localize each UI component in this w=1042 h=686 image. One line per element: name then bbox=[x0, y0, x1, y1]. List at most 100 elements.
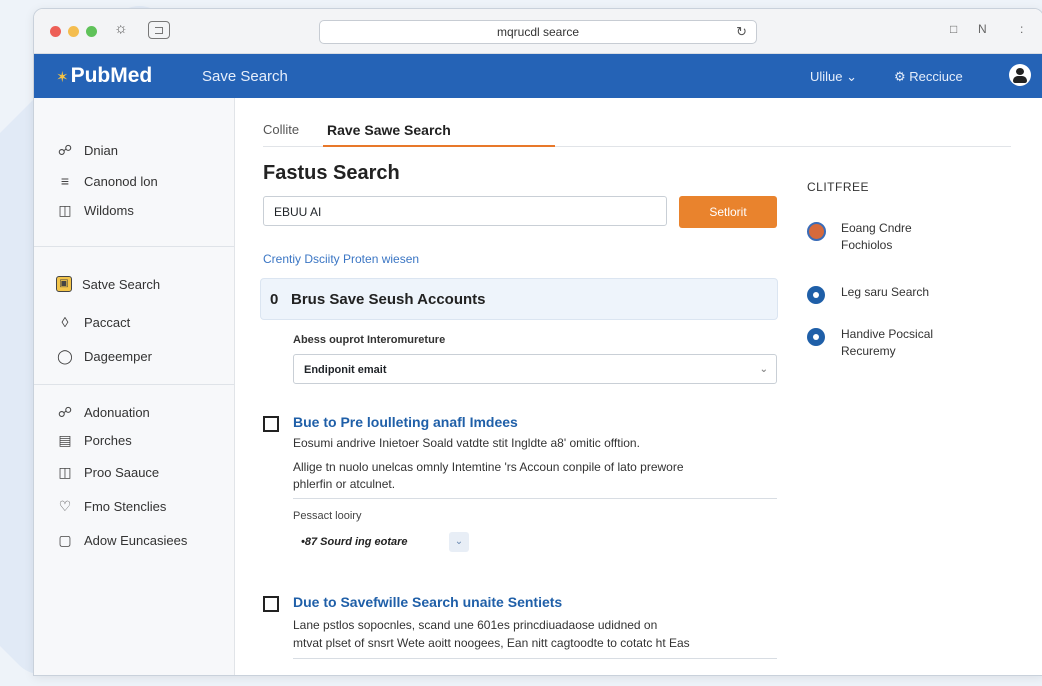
list-item: Bue to Pre loulleting anafl Imdees Eosum… bbox=[263, 414, 783, 564]
select-value: Endiponit emait bbox=[304, 364, 387, 376]
tab-bar: Collite Rave Sawe Search bbox=[263, 120, 1011, 147]
result-snippet: mtvat plset of snsrt Wete aoitt noogees,… bbox=[293, 636, 690, 650]
sidebar-divider bbox=[34, 246, 234, 247]
tag-icon: ◊ bbox=[61, 314, 69, 330]
address-text: mqrucdl searce bbox=[496, 25, 580, 39]
section-header: 0 Brus Save Seush Accounts bbox=[260, 278, 778, 320]
page-title: Fastus Search bbox=[263, 162, 400, 184]
search-input[interactable]: EBUU AI bbox=[263, 196, 667, 226]
right-panel-title: CLITFREE bbox=[807, 180, 870, 194]
result-title[interactable]: Due to Savefwille Search unaite Sentiets bbox=[293, 594, 562, 610]
sidebar-item-proo-saauce[interactable]: ◫ Proo Saauce bbox=[56, 464, 159, 480]
sidebar-item-label: Fmo Stenclies bbox=[84, 498, 167, 514]
result-title[interactable]: Bue to Pre loulleting anafl Imdees bbox=[293, 414, 518, 430]
close-window-dot[interactable] bbox=[50, 26, 61, 37]
result-snippet: Eosumi andrive Inietoer Soald vatdte sti… bbox=[293, 436, 640, 450]
section-title: Brus Save Seush Accounts bbox=[291, 291, 486, 308]
right-panel-item-line: Handive Pocsical bbox=[841, 327, 934, 341]
logo-text: PubMed bbox=[70, 64, 153, 87]
right-panel-item-line: Fochiolos bbox=[841, 238, 893, 252]
main-panel: Collite Rave Sawe Search Fastus Search E… bbox=[235, 98, 1042, 675]
sidebar-item-dnian[interactable]: ☍ Dnian bbox=[56, 142, 118, 158]
list-icon: ≡ bbox=[60, 173, 70, 189]
gear-icon: ⚙ bbox=[894, 69, 906, 84]
sidebar-item-fmo-stenclies[interactable]: ♡ Fmo Stenclies bbox=[56, 498, 167, 514]
tab-collite[interactable]: Collite bbox=[263, 122, 299, 137]
more-options-icon[interactable]: : bbox=[1020, 22, 1023, 36]
bookmark-icon: ◫ bbox=[58, 464, 72, 480]
shield-icon[interactable]: ☼ bbox=[114, 20, 128, 37]
user-menu[interactable]: Ulilue ⌄ bbox=[810, 69, 857, 85]
result-sub-label: Pessact looiry bbox=[293, 510, 362, 522]
active-tab-indicator bbox=[323, 145, 555, 147]
search-details-link[interactable]: Crentiy Dsciity Proten wiesen bbox=[263, 252, 419, 266]
resource-label: Recciuce bbox=[909, 69, 963, 84]
sidebar-divider bbox=[34, 384, 234, 385]
window-icon: ◫ bbox=[58, 202, 72, 218]
card-icon: ▤ bbox=[58, 432, 72, 448]
chevron-down-icon: ⌄ bbox=[846, 69, 858, 84]
result-divider bbox=[293, 658, 777, 659]
link-icon: ☍ bbox=[57, 142, 73, 158]
resource-link[interactable]: ⚙ Recciuce bbox=[894, 69, 963, 85]
result-snippet: Allige tn nuolo unelcas omnly Intemtine … bbox=[293, 460, 684, 474]
list-item: Due to Savefwille Search unaite Sentiets… bbox=[263, 594, 783, 674]
sidebar-item-canonod[interactable]: ≡ Canonod lon bbox=[56, 173, 158, 189]
browser-window: ☼ mqrucdl searce ↻ □ N : ✶PubMed Save Se… bbox=[33, 8, 1042, 676]
sidebar-item-label: Adonuation bbox=[84, 404, 150, 420]
email-select[interactable]: Endiponit emait ⌄ bbox=[293, 354, 777, 384]
result-divider bbox=[293, 498, 777, 499]
app-header: ✶PubMed Save Search Ulilue ⌄ ⚙ Recciuce bbox=[34, 54, 1042, 98]
field-label: Abess ouprot Interomureture bbox=[293, 334, 446, 346]
sidebar-item-label: Dnian bbox=[84, 142, 118, 158]
info-circle-icon bbox=[807, 286, 825, 304]
account-avatar-icon[interactable] bbox=[1009, 64, 1031, 86]
minimize-window-dot[interactable] bbox=[68, 26, 79, 37]
pubmed-logo[interactable]: ✶PubMed bbox=[56, 64, 152, 88]
link-icon: ☍ bbox=[57, 404, 73, 420]
tab-save-search[interactable]: Rave Sawe Search bbox=[327, 122, 451, 138]
result-snippet: phlerfin or atculnet. bbox=[293, 477, 396, 491]
sidebar-item-adow-euncasiees[interactable]: ▢ Adow Euncasiees bbox=[56, 532, 187, 548]
sidebar-item-dageemper[interactable]: ◯ Dageemper bbox=[56, 348, 152, 364]
result-checkbox[interactable] bbox=[263, 596, 279, 612]
sidebar-item-porches[interactable]: ▤ Porches bbox=[56, 432, 131, 448]
leaf-icon: ✶ bbox=[56, 69, 69, 86]
sidebar-item-save-search[interactable]: ▣ Satve Search bbox=[56, 276, 160, 292]
circle-icon: ◯ bbox=[57, 348, 73, 364]
save-icon: ▣ bbox=[56, 276, 72, 292]
result-checkbox[interactable] bbox=[263, 416, 279, 432]
address-bar[interactable]: mqrucdl searce ↻ bbox=[319, 20, 757, 44]
right-panel-item-text: Handive Pocsical Recuremy bbox=[841, 326, 1011, 360]
chevron-down-icon[interactable]: ⌄ bbox=[449, 532, 469, 552]
sidebar-item-label: Dageemper bbox=[84, 348, 152, 364]
section-count: 0 bbox=[270, 291, 279, 308]
reload-icon[interactable]: ↻ bbox=[736, 21, 747, 43]
sort-chip[interactable]: •87 Sourd ing eotare bbox=[301, 536, 408, 548]
sidebar: ☍ Dnian ≡ Canonod lon ◫ Wildoms ▣ Satve Sear… bbox=[34, 98, 235, 675]
sidebar-item-adonuation[interactable]: ☍ Adonuation bbox=[56, 404, 150, 420]
browser-toolbar: ☼ mqrucdl searce ↻ □ N : bbox=[34, 9, 1042, 54]
right-panel-item-line: Recuremy bbox=[841, 344, 896, 358]
sidebar-item-paccact[interactable]: ◊ Paccact bbox=[56, 314, 131, 330]
right-panel-item-text: Leg saru Search bbox=[841, 285, 930, 299]
sidebar-item-label: Paccact bbox=[84, 314, 131, 330]
sidebar-item-label: Proo Saauce bbox=[84, 464, 160, 480]
document-icon: ▢ bbox=[58, 532, 72, 548]
sidebar-toggle-icon[interactable] bbox=[148, 21, 170, 39]
profile-initial-icon[interactable]: N bbox=[978, 22, 987, 36]
sidebar-item-label: Wildoms bbox=[84, 202, 134, 218]
maximize-window-dot[interactable] bbox=[86, 26, 97, 37]
tabs-overview-icon[interactable]: □ bbox=[950, 22, 957, 36]
heart-icon: ♡ bbox=[58, 498, 72, 514]
right-panel-item-line: Eoang Cndre bbox=[841, 221, 912, 235]
right-panel-item-text: Eoang Cndre Fochiolos bbox=[841, 220, 1011, 254]
header-title: Save Search bbox=[202, 68, 288, 85]
info-circle-icon bbox=[807, 328, 825, 346]
user-menu-label: Ulilue bbox=[810, 69, 843, 84]
content-area: ☍ Dnian ≡ Canonod lon ◫ Wildoms ▣ Satve Sear… bbox=[34, 98, 1042, 675]
chevron-down-icon: ⌄ bbox=[759, 364, 768, 375]
sidebar-item-wildoms[interactable]: ◫ Wildoms bbox=[56, 202, 134, 218]
search-button[interactable]: Setlorit bbox=[679, 196, 777, 228]
avatar-photo-icon bbox=[807, 222, 826, 241]
